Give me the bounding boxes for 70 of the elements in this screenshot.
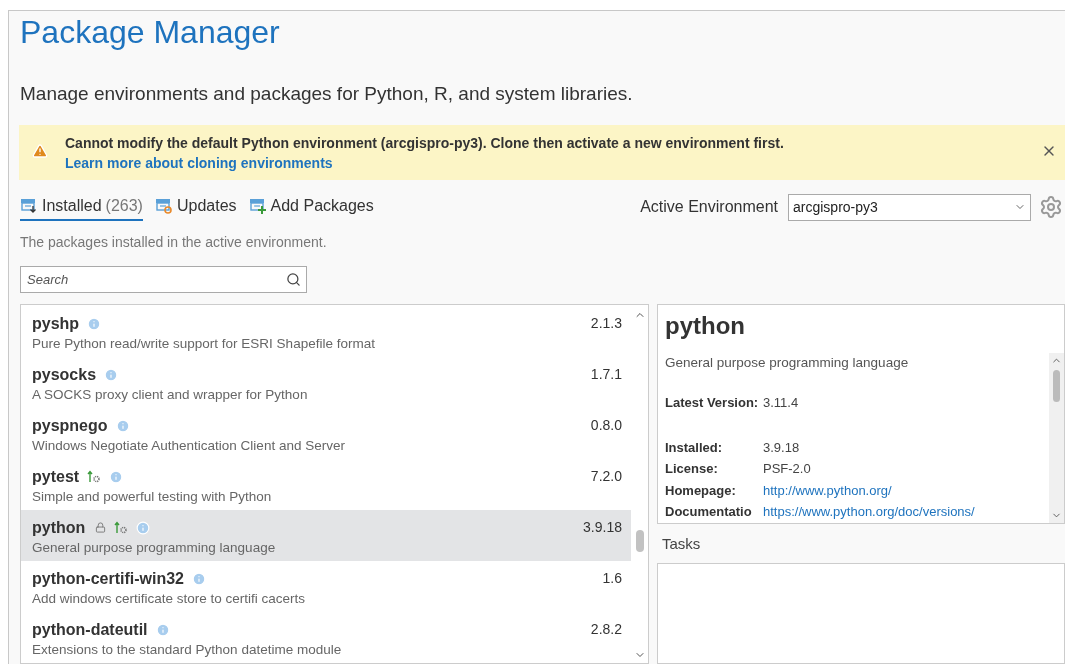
package-name: pytest xyxy=(32,466,80,487)
field-label: Documentatio xyxy=(665,503,753,522)
package-row[interactable]: python-dateutil 2.8.2 Extensions to the standard Python datetime module xyxy=(21,612,631,663)
scroll-thumb[interactable] xyxy=(1053,370,1060,402)
environment-dropdown[interactable]: arcgispro-py3 xyxy=(788,193,1031,221)
info-icon[interactable] xyxy=(104,367,119,382)
update-gear-icon xyxy=(87,469,102,484)
field-link[interactable]: http://www.python.org/ xyxy=(763,479,892,502)
package-name: python xyxy=(32,517,86,538)
package-version: 7.2.0 xyxy=(590,467,622,486)
package-name: pyshp xyxy=(32,313,80,334)
package-name: pyspnego xyxy=(32,415,108,436)
package-version: 1.6 xyxy=(602,569,622,588)
scroll-thumb[interactable] xyxy=(635,530,644,552)
tab-description: The packages installed in the active environment. xyxy=(20,233,328,252)
info-icon[interactable] xyxy=(155,622,170,637)
package-name: pysocks xyxy=(32,364,97,385)
field-value: 3.9.18 xyxy=(763,438,800,457)
package-icon xyxy=(248,197,267,215)
info-icon[interactable] xyxy=(115,418,130,433)
package-description: Extensions to the standard Python datetime module xyxy=(32,641,343,659)
package-description: A SOCKS proxy client and wrapper for Python xyxy=(32,386,309,404)
package-version: 0.8.0 xyxy=(590,416,622,435)
info-icon[interactable] xyxy=(109,469,124,484)
package-description: Simple and powerful testing with Python xyxy=(32,488,273,506)
package-row[interactable]: pysocks 1.7.1 A SOCKS proxy client and wrapper for Python xyxy=(21,357,631,408)
search-field[interactable]: Search xyxy=(20,266,307,293)
field-label: Homepage: xyxy=(665,481,737,500)
package-icon xyxy=(20,197,38,215)
package-version: 3.9.18 xyxy=(583,518,622,537)
field-link[interactable]: https://www.python.org/doc/versions/ xyxy=(763,501,975,523)
settings-icon[interactable] xyxy=(1039,195,1063,219)
package-version: 1.7.1 xyxy=(590,365,622,384)
package-row[interactable]: pytest 7.2.0 Simple and powerful testing with Python xyxy=(21,459,631,510)
environment-label: Active Environment xyxy=(640,197,778,217)
page-subtitle: Manage environments and packages for Python, R, and system libraries. xyxy=(20,82,634,106)
package-name: python-dateutil xyxy=(32,619,148,640)
scrollbar[interactable] xyxy=(1049,353,1064,523)
package-description: General purpose programming language xyxy=(32,539,277,557)
package-row[interactable]: python-certifi-win32 1.6 Add windows certificate store to certifi cacerts xyxy=(21,561,631,612)
package-description: Pure Python read/write support for ESRI Shapefile format xyxy=(32,335,376,353)
tab[interactable]: Installed (263) xyxy=(20,193,143,221)
warning-icon xyxy=(32,143,48,159)
page-title: Package Manager xyxy=(20,13,281,51)
info-icon[interactable] xyxy=(192,571,206,586)
details-description: General purpose programming language xyxy=(665,354,910,372)
info-icon[interactable] xyxy=(136,520,151,535)
tab[interactable]: Add Packages xyxy=(248,193,374,221)
package-name: python-certifi-win32 xyxy=(32,568,184,589)
field-label: License: xyxy=(665,460,719,479)
package-version: 2.8.2 xyxy=(590,620,622,639)
tasks-title: Tasks xyxy=(662,534,702,554)
package-title: python xyxy=(664,311,746,341)
field-label: Installed: xyxy=(665,438,724,457)
field-value: PSF-2.0 xyxy=(763,460,811,479)
warning-message: Cannot modify the default Python environment (arcgispro-py3). Clone then activate a new environment first. Learn more about cloning environments xyxy=(65,134,785,173)
learn-more-link[interactable]: Learn more about cloning environments xyxy=(65,155,333,171)
field-label: Latest Version: xyxy=(665,394,760,413)
info-icon[interactable] xyxy=(87,316,102,331)
package-row[interactable]: pyspnego 0.8.0 Windows Negotiate Authentication Client and Server xyxy=(21,408,631,459)
update-gear-icon xyxy=(114,520,129,535)
package-row[interactable]: python 3.9.18 General purpose programming language xyxy=(21,510,631,561)
tab[interactable]: Updates xyxy=(154,193,237,221)
package-description: Windows Negotiate Authentication Client and Server xyxy=(32,437,346,455)
package-row[interactable]: pyshp 2.1.3 Pure Python read/write support for ESRI Shapefile format xyxy=(21,306,631,357)
package-version: 2.1.3 xyxy=(590,314,622,333)
package-description: Add windows certificate store to certifi cacerts xyxy=(32,590,307,608)
field-value: 3.11.4 xyxy=(763,394,799,413)
package-icon xyxy=(154,197,173,215)
search-icon[interactable] xyxy=(286,272,301,287)
